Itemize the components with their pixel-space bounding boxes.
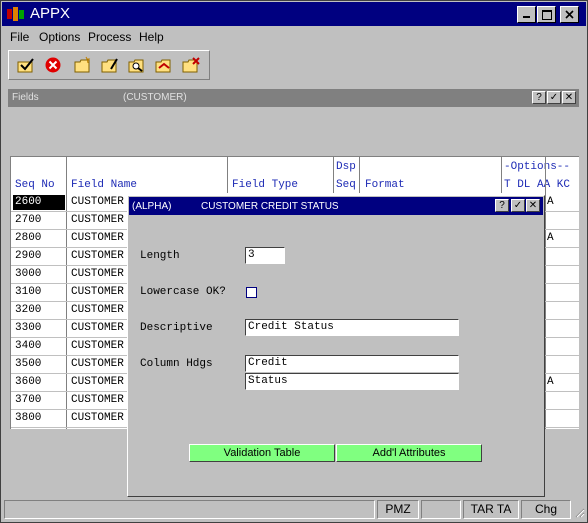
- field-name-cell[interactable]: CUSTOMER: [71, 286, 124, 298]
- minimize-button[interactable]: [517, 6, 536, 23]
- fields-window-title: Fields: [12, 92, 39, 103]
- seq-no-cell[interactable]: 3500: [13, 357, 65, 372]
- field-name-cell[interactable]: CUSTOMER: [71, 268, 124, 280]
- menu-bar: File Options Process Help: [2, 27, 586, 47]
- menu-process[interactable]: Process: [88, 30, 131, 44]
- delete-folder-icon[interactable]: [181, 56, 201, 74]
- seq-no-cell[interactable]: 3800: [13, 411, 65, 426]
- field-name-cell[interactable]: CUSTOMER: [71, 358, 124, 370]
- new-folder-icon[interactable]: [73, 56, 93, 74]
- lowercase-label: Lowercase OK?: [140, 286, 226, 298]
- lowercase-checkbox[interactable]: [246, 287, 257, 298]
- header-option-columns: T DL AA KC: [504, 179, 571, 191]
- app-title: APPX: [30, 5, 71, 22]
- appx-logo-icon: [7, 7, 24, 21]
- dialog-title: CUSTOMER CREDIT STATUS: [201, 201, 339, 212]
- field-name-cell[interactable]: CUSTOMER: [71, 394, 124, 406]
- length-label: Length: [140, 250, 180, 262]
- status-pmz: PMZ: [377, 500, 419, 519]
- ok-button[interactable]: ✓: [547, 91, 561, 104]
- field-name-cell[interactable]: CUSTOMER: [71, 340, 124, 352]
- column-hdgs-label: Column Hdgs: [140, 358, 213, 370]
- child-close-button[interactable]: ✕: [562, 91, 576, 104]
- open-folder-icon[interactable]: [154, 56, 174, 74]
- maximize-icon: [541, 9, 552, 20]
- fields-window-title-bar: Fields (CUSTOMER) ? ✓ ✕: [8, 89, 579, 107]
- column-heading-1-input[interactable]: Credit: [245, 355, 459, 372]
- seq-no-cell[interactable]: 2800: [13, 231, 65, 246]
- cancel-circle-icon[interactable]: [43, 56, 63, 74]
- menu-help[interactable]: Help: [139, 30, 164, 44]
- menu-options[interactable]: Options: [39, 30, 80, 44]
- descriptive-input[interactable]: Credit Status: [245, 319, 459, 336]
- seq-no-cell[interactable]: 3100: [13, 285, 65, 300]
- search-folder-icon[interactable]: [127, 56, 147, 74]
- header-dsp: Dsp: [336, 161, 356, 173]
- status-empty: [421, 500, 461, 519]
- seq-no-cell[interactable]: 2700: [13, 213, 65, 228]
- option-cell[interactable]: A: [547, 196, 554, 208]
- field-name-cell[interactable]: CUSTOMER: [71, 412, 124, 424]
- header-format: Format: [365, 179, 405, 191]
- header-options: -Options--: [504, 161, 571, 173]
- field-name-cell[interactable]: CUSTOMER: [71, 232, 124, 244]
- field-name-cell[interactable]: CUSTOMER: [71, 304, 124, 316]
- seq-no-cell[interactable]: 3300: [13, 321, 65, 336]
- dialog-title-type: (ALPHA): [132, 201, 172, 212]
- maximize-button[interactable]: [537, 6, 556, 23]
- dialog-close-button[interactable]: ✕: [526, 199, 540, 212]
- status-mode: Chg: [521, 500, 571, 519]
- header-field-type: Field Type: [232, 179, 299, 191]
- close-icon: [565, 10, 574, 19]
- check-folder-icon[interactable]: [16, 56, 36, 74]
- descriptive-label: Descriptive: [140, 322, 213, 334]
- option-cell[interactable]: A: [547, 232, 554, 244]
- field-name-cell[interactable]: CUSTOMER: [71, 376, 124, 388]
- edit-folder-icon[interactable]: [100, 56, 120, 74]
- column-divider: [227, 157, 228, 193]
- minimize-icon: [523, 16, 530, 18]
- column-divider: [66, 157, 67, 429]
- length-input[interactable]: 3: [245, 247, 285, 264]
- option-cell[interactable]: A: [547, 376, 554, 388]
- status-tar-ta: TAR TA: [463, 500, 519, 519]
- dialog-ok-button[interactable]: ✓: [511, 199, 525, 212]
- validation-table-button[interactable]: Validation Table: [189, 444, 335, 462]
- column-divider: [501, 157, 502, 193]
- column-divider: [333, 157, 334, 193]
- field-name-cell[interactable]: CUSTOMER: [71, 196, 124, 208]
- header-seq-no: Seq No: [15, 179, 55, 191]
- dialog-help-button[interactable]: ?: [495, 199, 509, 212]
- field-name-cell[interactable]: CUSTOMER: [71, 322, 124, 334]
- seq-no-cell[interactable]: 3700: [13, 393, 65, 408]
- fields-window-subtitle: (CUSTOMER): [123, 92, 187, 103]
- column-divider: [359, 157, 360, 193]
- header-field-name: Field Name: [71, 179, 138, 191]
- seq-no-cell[interactable]: 3200: [13, 303, 65, 318]
- dialog-title-bar: (ALPHA) CUSTOMER CREDIT STATUS ? ✓ ✕: [129, 197, 543, 215]
- field-name-cell[interactable]: CUSTOMER: [71, 250, 124, 262]
- close-button[interactable]: [560, 6, 579, 23]
- status-message: [4, 500, 375, 519]
- help-button[interactable]: ?: [532, 91, 546, 104]
- seq-no-cell[interactable]: 3000: [13, 267, 65, 282]
- column-divider: [545, 157, 546, 429]
- seq-no-cell[interactable]: 3600: [13, 375, 65, 390]
- menu-file[interactable]: File: [10, 30, 29, 44]
- seq-no-cell[interactable]: 2600: [13, 195, 65, 210]
- toolbar: [8, 50, 210, 80]
- field-name-cell[interactable]: CUSTOMER: [71, 214, 124, 226]
- seq-no-cell[interactable]: 2900: [13, 249, 65, 264]
- column-heading-2-input[interactable]: Status: [245, 373, 459, 390]
- addl-attributes-button[interactable]: Add'l Attributes: [336, 444, 482, 462]
- seq-no-cell[interactable]: 3400: [13, 339, 65, 354]
- resize-grip-icon[interactable]: [573, 506, 585, 518]
- status-bar: PMZ TAR TA Chg: [2, 500, 586, 520]
- title-bar: APPX: [2, 2, 586, 26]
- header-seq: Seq: [336, 179, 356, 191]
